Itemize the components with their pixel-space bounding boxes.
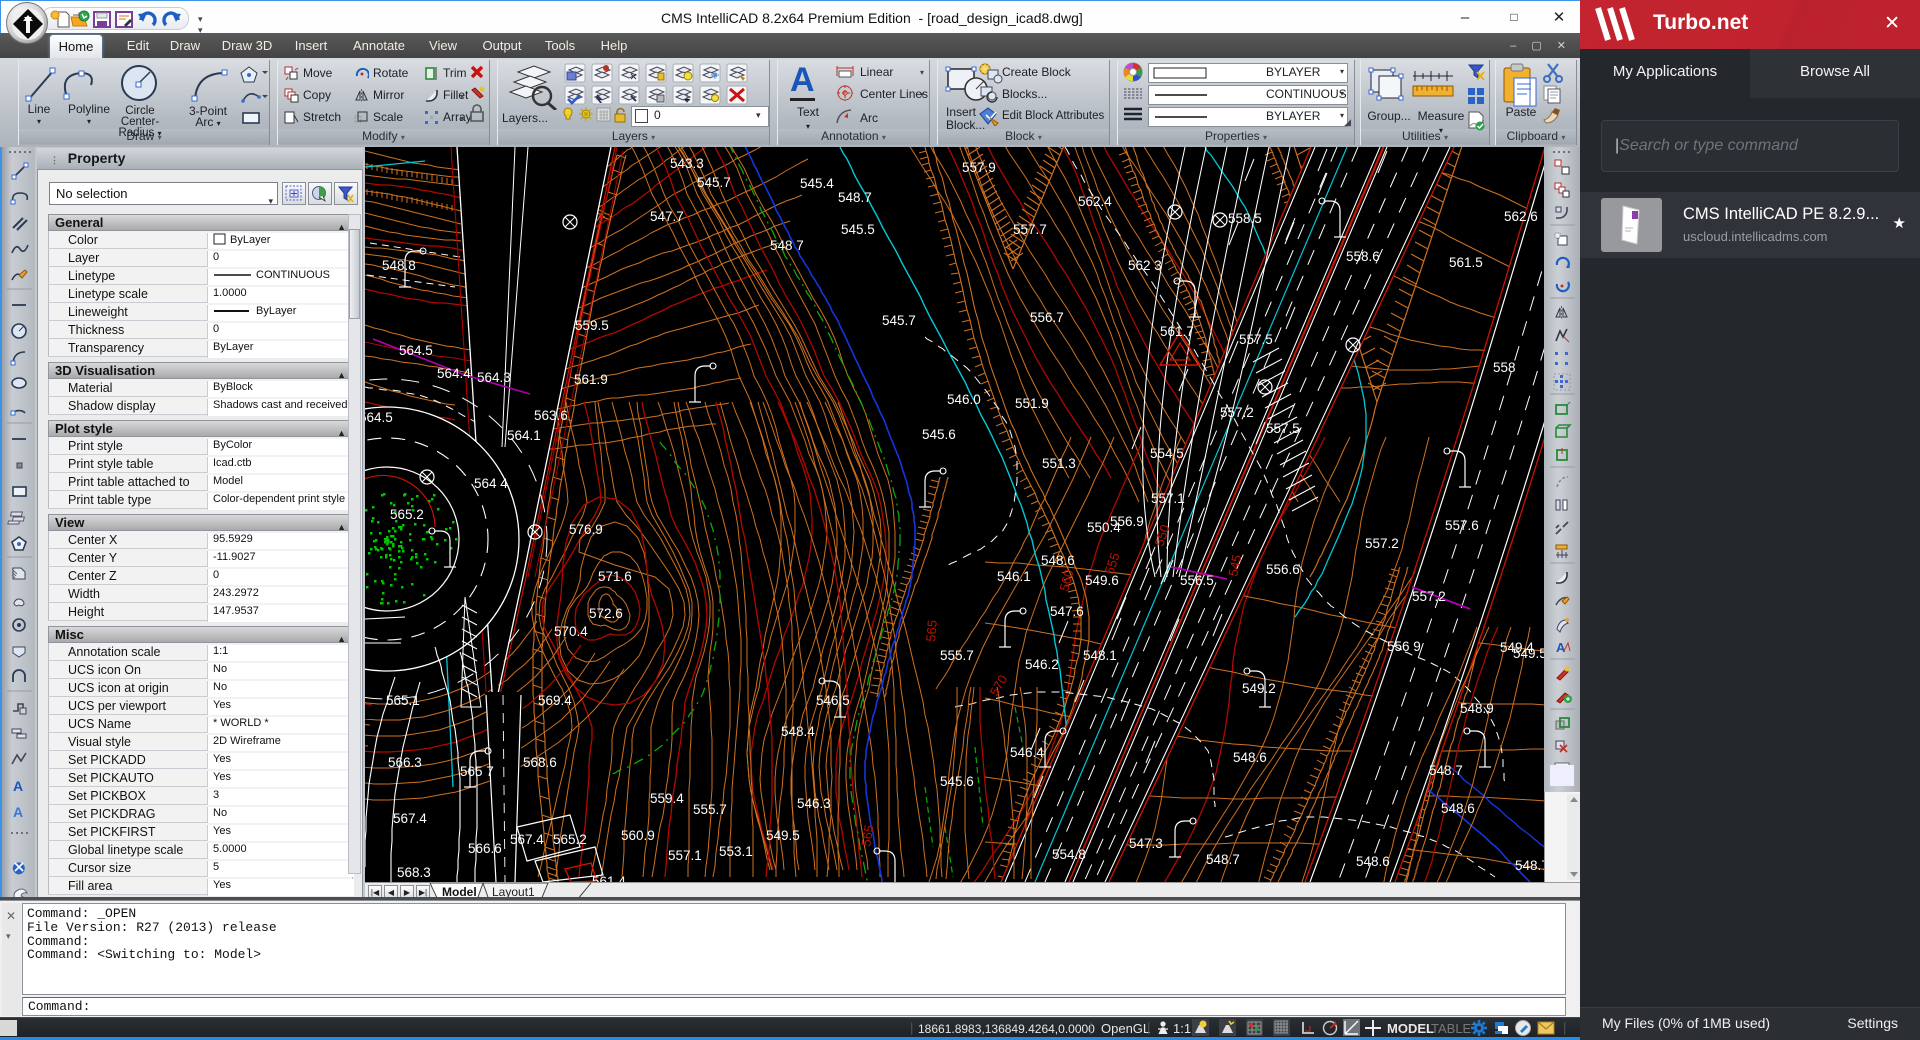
svg-text:553.1: 553.1 bbox=[719, 844, 753, 859]
svg-text:547.6: 547.6 bbox=[1050, 604, 1084, 619]
svg-text:546.2: 546.2 bbox=[1025, 657, 1059, 672]
svg-text:557.1: 557.1 bbox=[1151, 491, 1185, 506]
svg-text:546,5: 546,5 bbox=[816, 693, 850, 708]
svg-text:557.2: 557.2 bbox=[1220, 405, 1254, 420]
svg-text:565 7: 565 7 bbox=[460, 764, 494, 779]
svg-text:564.1: 564.1 bbox=[507, 428, 541, 443]
svg-text:556 9: 556 9 bbox=[1387, 639, 1421, 654]
svg-text:550.4: 550.4 bbox=[1087, 520, 1121, 535]
svg-text:564.5: 564.5 bbox=[365, 410, 393, 425]
svg-text:A: A bbox=[1556, 640, 1566, 655]
svg-text:566.3: 566.3 bbox=[388, 755, 422, 770]
svg-text:545.4: 545.4 bbox=[800, 176, 834, 191]
svg-text:548.6: 548.6 bbox=[1041, 553, 1075, 568]
svg-text:549.5: 549.5 bbox=[766, 828, 800, 843]
svg-text:559.4: 559.4 bbox=[650, 791, 684, 806]
svg-text:556.7: 556.7 bbox=[1030, 310, 1064, 325]
svg-text:548.7: 548.7 bbox=[1206, 852, 1240, 867]
svg-text:546.1: 546.1 bbox=[997, 569, 1031, 584]
svg-text:565.1: 565.1 bbox=[386, 693, 420, 708]
svg-text:545.5: 545.5 bbox=[841, 222, 875, 237]
svg-text:557.9: 557.9 bbox=[962, 160, 996, 175]
svg-text:545.6: 545.6 bbox=[940, 774, 974, 789]
svg-text:554 5: 554 5 bbox=[1150, 446, 1184, 461]
svg-text:564 4: 564 4 bbox=[474, 476, 508, 491]
svg-text:548.4: 548.4 bbox=[781, 724, 815, 739]
svg-text:565.2: 565.2 bbox=[390, 507, 424, 522]
svg-text:548 7: 548 7 bbox=[770, 238, 804, 253]
svg-text:A: A bbox=[13, 804, 23, 820]
svg-text:557.2: 557.2 bbox=[1365, 536, 1399, 551]
svg-text:A: A bbox=[13, 778, 23, 794]
svg-text:543.3: 543.3 bbox=[670, 156, 704, 171]
svg-text:564.5: 564.5 bbox=[399, 343, 433, 358]
svg-text:551.9: 551.9 bbox=[1015, 396, 1049, 411]
svg-text:561.9: 561.9 bbox=[574, 372, 608, 387]
svg-text:545.6: 545.6 bbox=[922, 427, 956, 442]
svg-text:556.5: 556.5 bbox=[1180, 573, 1214, 588]
svg-text:561.5: 561.5 bbox=[1449, 255, 1483, 270]
svg-text:558: 558 bbox=[1493, 360, 1516, 375]
svg-text:557.7: 557.7 bbox=[1013, 222, 1047, 237]
svg-text:576.9: 576.9 bbox=[569, 522, 603, 537]
svg-text:571.6: 571.6 bbox=[598, 569, 632, 584]
svg-text:563.6: 563.6 bbox=[534, 408, 568, 423]
svg-text:565: 565 bbox=[923, 619, 940, 642]
svg-text:548.6: 548.6 bbox=[1233, 750, 1267, 765]
svg-text:557.5: 557.5 bbox=[1239, 332, 1273, 347]
svg-text:557.2: 557.2 bbox=[1412, 589, 1446, 604]
svg-text:548.7: 548.7 bbox=[838, 190, 872, 205]
svg-text:549.2: 549.2 bbox=[1242, 681, 1276, 696]
svg-text:548.6: 548.6 bbox=[1441, 801, 1475, 816]
svg-text:555.7: 555.7 bbox=[693, 802, 727, 817]
svg-text:545.7: 545.7 bbox=[697, 175, 731, 190]
svg-text:564.3: 564.3 bbox=[477, 370, 511, 385]
svg-text:569.4: 569.4 bbox=[538, 693, 572, 708]
svg-text:549.5: 549.5 bbox=[1513, 646, 1544, 661]
svg-text:555.7: 555.7 bbox=[940, 648, 974, 663]
svg-text:567.4: 567.4 bbox=[393, 811, 427, 826]
svg-text:557.1: 557.1 bbox=[668, 848, 702, 863]
svg-text:557.6: 557.6 bbox=[1445, 518, 1479, 533]
svg-text:546.0: 546.0 bbox=[947, 392, 981, 407]
svg-text:551.3: 551.3 bbox=[1042, 456, 1076, 471]
svg-text:548.6: 548.6 bbox=[1356, 854, 1390, 869]
svg-text:548.8: 548.8 bbox=[382, 258, 416, 273]
svg-text:562.4: 562.4 bbox=[1078, 194, 1112, 209]
svg-text:546.4: 546.4 bbox=[1010, 745, 1044, 760]
svg-text:559.5: 559.5 bbox=[575, 318, 609, 333]
svg-text:558.6: 558.6 bbox=[1346, 249, 1380, 264]
svg-text:564.4: 564.4 bbox=[437, 366, 471, 381]
svg-text:545.7: 545.7 bbox=[882, 313, 916, 328]
svg-text:561.7: 561.7 bbox=[1160, 324, 1194, 339]
svg-text:570.4: 570.4 bbox=[554, 624, 588, 639]
svg-text:566.6: 566.6 bbox=[468, 841, 502, 856]
svg-text:562 3: 562 3 bbox=[1128, 258, 1162, 273]
svg-text:548.9: 548.9 bbox=[1460, 701, 1494, 716]
svg-text:546.3: 546.3 bbox=[797, 796, 831, 811]
svg-text:548.1: 548.1 bbox=[1083, 648, 1117, 663]
svg-text:561 4: 561 4 bbox=[592, 874, 626, 882]
svg-text:547.3: 547.3 bbox=[1129, 836, 1163, 851]
svg-text:568.3: 568.3 bbox=[397, 865, 431, 880]
svg-text:548.7: 548.7 bbox=[1515, 858, 1544, 873]
svg-text:560.9: 560.9 bbox=[621, 828, 655, 843]
svg-text:547.7: 547.7 bbox=[650, 209, 684, 224]
svg-text:558.5: 558.5 bbox=[1228, 211, 1262, 226]
svg-text:572.6: 572.6 bbox=[589, 606, 623, 621]
svg-text:568.6: 568.6 bbox=[523, 755, 557, 770]
svg-text:548.7: 548.7 bbox=[1429, 763, 1463, 778]
svg-text:562.6: 562.6 bbox=[1504, 209, 1538, 224]
svg-text:557.5: 557.5 bbox=[1266, 421, 1300, 436]
svg-text:567.4: 567.4 bbox=[510, 832, 544, 847]
svg-text:565.2: 565.2 bbox=[553, 832, 587, 847]
svg-text:556.6: 556.6 bbox=[1266, 562, 1300, 577]
svg-text:554.8: 554.8 bbox=[1052, 847, 1086, 862]
